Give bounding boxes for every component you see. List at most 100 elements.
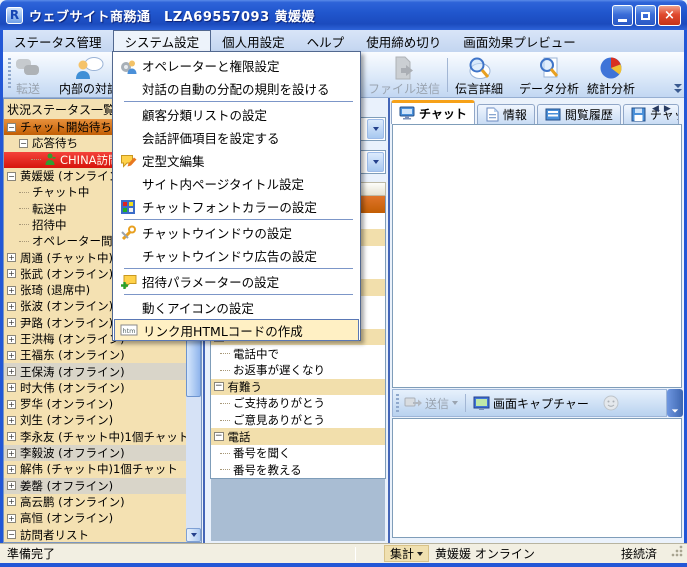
expand-plus-icon[interactable]: + — [7, 400, 16, 409]
expand-plus-icon[interactable]: + — [7, 497, 16, 506]
menu-item-10[interactable]: 招待パラメーターの設定 — [114, 270, 359, 293]
expand-minus-icon[interactable]: − — [7, 530, 16, 539]
menu-item-8[interactable]: チャットウインドウの設定 — [114, 221, 359, 244]
expand-plus-icon[interactable]: + — [7, 432, 16, 441]
menu-item-7[interactable]: チャットフォントカラーの設定 — [114, 195, 359, 218]
status-divider — [355, 547, 356, 561]
toolbar-button-data-analysis[interactable]: データ分析 — [516, 55, 582, 95]
close-button[interactable]: × — [658, 5, 681, 26]
chevron-down-icon[interactable] — [367, 152, 384, 172]
menu-item-9[interactable]: チャットウインドウ広告の設定 — [114, 244, 359, 267]
expand-minus-icon[interactable]: − — [214, 382, 224, 391]
toolbar-button-transfer[interactable]: 転送 — [12, 55, 44, 95]
canned-row[interactable]: −電話 — [211, 428, 385, 445]
toolbar-overflow-button[interactable] — [674, 84, 683, 94]
maximize-icon — [641, 12, 650, 20]
menubar-item-6[interactable]: 画面効果プレビュー — [452, 30, 587, 52]
toolbar-drag-handle[interactable] — [396, 394, 399, 412]
menubar-item-4[interactable]: ヘルプ — [296, 30, 356, 52]
expand-minus-icon[interactable]: − — [7, 172, 16, 181]
canned-row[interactable]: −有難う — [211, 379, 385, 396]
toolbar-button-send-file[interactable]: ファイル送信 — [365, 55, 443, 95]
expand-plus-icon[interactable]: + — [7, 351, 16, 360]
expand-plus-icon[interactable]: + — [7, 269, 16, 278]
menu-item-label: サイト内ページタイトル設定 — [142, 174, 304, 193]
toolbar-separator — [447, 58, 448, 92]
expand-plus-icon[interactable]: + — [7, 335, 16, 344]
toolbar-button-message-detail[interactable]: 伝言詳細 — [452, 55, 506, 95]
tab-1[interactable]: チャット — [391, 100, 475, 124]
expand-plus-icon[interactable]: + — [7, 465, 16, 474]
expand-minus-icon[interactable]: − — [7, 123, 16, 132]
expand-plus-icon[interactable]: + — [7, 302, 16, 311]
screen-capture-button[interactable]: 画面キャプチャー — [473, 395, 589, 412]
resize-grip-icon[interactable] — [671, 545, 683, 557]
tree-row[interactable]: −訪問者リスト — [4, 526, 186, 542]
status-bar: 準備完了 集計 黄媛媛 オンライン 接続済 — [0, 543, 687, 563]
menubar-item-2[interactable]: システム設定 — [113, 30, 212, 52]
tree-row[interactable]: +解伟 (チャット中)1個チャット — [4, 461, 186, 477]
smiley-icon[interactable] — [603, 395, 619, 411]
chevron-down-icon[interactable] — [367, 119, 384, 139]
tree-row-label: 尹路 (オンライン) — [20, 315, 113, 331]
scroll-down-button[interactable] — [186, 528, 201, 542]
tab-scroll-right-icon[interactable]: ▶ — [664, 104, 671, 114]
chat-message-area[interactable] — [392, 124, 682, 388]
tree-row[interactable]: +王福东 (オンライン) — [4, 347, 186, 363]
canned-row[interactable]: 電話中で — [211, 345, 385, 362]
expand-plus-icon[interactable]: + — [7, 449, 16, 458]
expand-plus-icon[interactable]: + — [7, 514, 16, 523]
menubar-item-1[interactable]: ステータス管理 — [3, 30, 113, 52]
canned-row[interactable]: ご意見ありがとう — [211, 412, 385, 429]
menubar-item-5[interactable]: 使用締め切り — [355, 30, 452, 52]
panel-divider[interactable] — [388, 98, 390, 543]
operator-permission-icon — [120, 58, 137, 74]
aggregate-dropdown-button[interactable]: 集計 — [384, 545, 429, 562]
menu-item-1[interactable]: オペレーターと権限設定 — [114, 54, 359, 77]
tree-row[interactable]: +王保涛 (オフライン) — [4, 363, 186, 379]
menu-item-label: チャットウインドウの設定 — [142, 223, 292, 242]
expand-plus-icon[interactable]: + — [7, 416, 16, 425]
tree-row[interactable]: +时大伟 (オンライン) — [4, 380, 186, 396]
expand-plus-icon[interactable]: + — [7, 253, 16, 262]
toolbar-button-stats-analysis[interactable]: 統計分析 — [584, 55, 638, 95]
canned-row[interactable]: ご支持ありがとう — [211, 395, 385, 412]
tree-row[interactable]: +姜罄 (オフライン) — [4, 478, 186, 494]
toolbar-drag-handle[interactable] — [8, 58, 11, 90]
maximize-button[interactable] — [635, 5, 656, 26]
menubar-item-3[interactable]: 個人用設定 — [211, 30, 296, 52]
menu-item-5[interactable]: 定型文編集 — [114, 149, 359, 172]
tree-row[interactable]: +高云鹏 (オンライン) — [4, 494, 186, 510]
canned-row[interactable]: お返事が遅くなり — [211, 362, 385, 379]
expand-plus-icon[interactable]: + — [7, 383, 16, 392]
expand-plus-icon[interactable]: + — [7, 286, 16, 295]
menu-item-11[interactable]: 動くアイコンの設定 — [114, 296, 359, 319]
menu-item-4[interactable]: 会話評価項目を設定する — [114, 126, 359, 149]
menu-item-12[interactable]: htmリンク用HTMLコードの作成 — [114, 319, 359, 341]
tree-connector — [19, 241, 29, 242]
menu-item-6[interactable]: サイト内ページタイトル設定 — [114, 172, 359, 195]
tab-scroll-left-icon[interactable]: ◀ — [652, 104, 659, 114]
tree-row[interactable]: + 刘生 (オンライン) — [4, 412, 186, 428]
tree-row[interactable]: +罗华 (オンライン) — [4, 396, 186, 412]
tab-3[interactable]: 閲覧履歴 — [537, 104, 621, 124]
expand-minus-icon[interactable]: − — [214, 432, 224, 441]
message-compose-area[interactable] — [392, 418, 682, 538]
tree-row[interactable]: +李永友 (チャット中)1個チャット — [4, 429, 186, 445]
expand-plus-icon[interactable]: + — [7, 318, 16, 327]
minimize-button[interactable] — [612, 5, 633, 26]
canned-row[interactable]: 番号を教える — [211, 462, 385, 479]
tree-row[interactable]: +高恒 (オンライン) — [4, 510, 186, 526]
title-bar[interactable]: R ウェブサイト商務通 LZA69557093 黄媛媛 × — [0, 0, 687, 30]
expand-plus-icon[interactable]: + — [7, 481, 16, 490]
canned-row[interactable]: 番号を聞く — [211, 445, 385, 462]
send-toolbar-overflow-button[interactable] — [667, 389, 683, 417]
expand-plus-icon[interactable]: + — [7, 367, 16, 376]
expand-minus-icon[interactable]: − — [19, 139, 28, 148]
tab-2[interactable]: 情報 — [477, 104, 535, 124]
tree-row[interactable]: +李毅波 (オフライン) — [4, 445, 186, 461]
tree-row-label: 刘生 (オンライン) — [20, 412, 113, 428]
menu-item-3[interactable]: 顧客分類リストの設定 — [114, 103, 359, 126]
menu-item-2[interactable]: 対話の自動の分配の規則を設ける — [114, 77, 359, 100]
send-button[interactable]: 送信 — [404, 395, 458, 412]
